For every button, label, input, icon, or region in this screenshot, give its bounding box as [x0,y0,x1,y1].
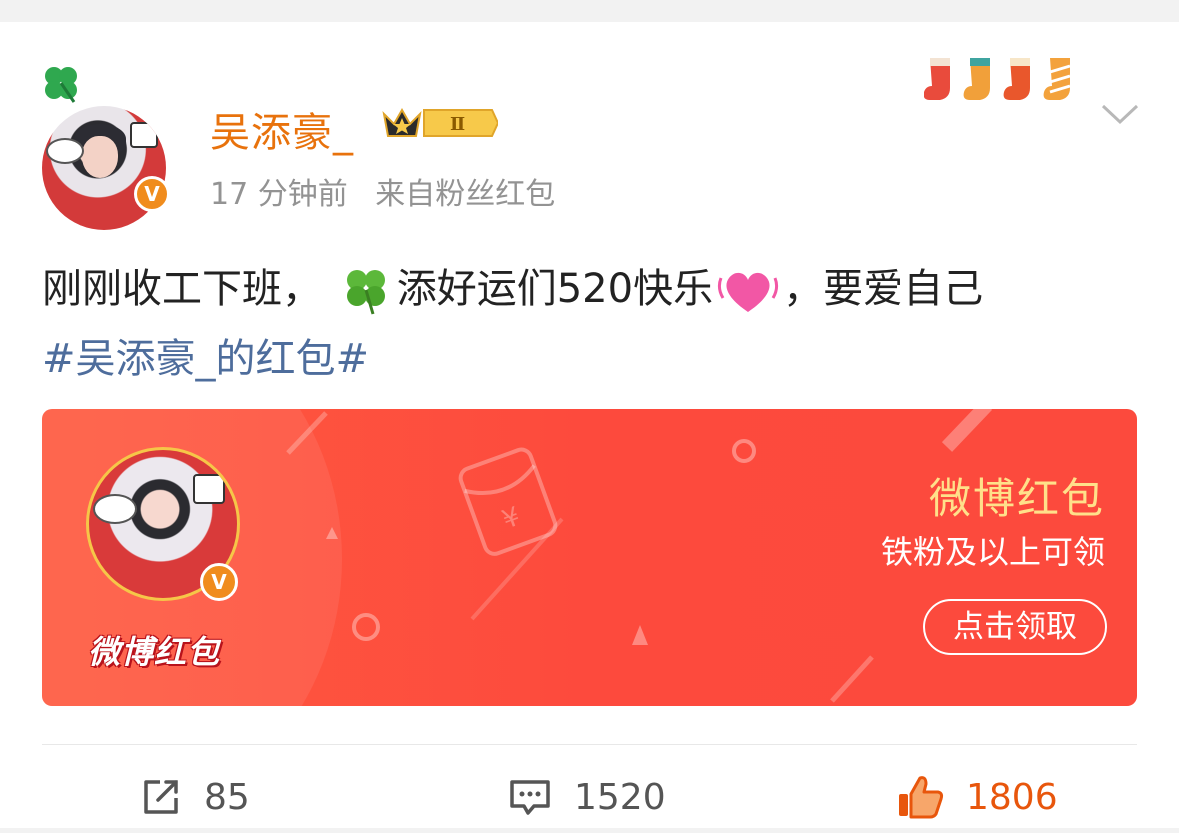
avatar-dog-sticker [93,494,137,524]
post-text-part2: 添好运们520快乐 [396,266,714,312]
pink-heart-emoji-icon [717,272,779,312]
comment-count: 1520 [574,776,666,818]
hashtag-link[interactable]: #吴添豪_的红包# [42,336,369,382]
divider [42,744,1137,745]
clover-icon [45,67,77,103]
avatar-dog-sticker [46,138,84,164]
red-packet-subtitle: 铁粉及以上可领 [880,533,1105,571]
chevron-down-icon[interactable] [1100,102,1140,126]
post-text-part1: 刚刚收工下班， [42,266,322,312]
fan-level-text: Ⅱ [450,114,465,135]
red-packet-title: 微博红包 [928,474,1105,523]
svg-text:¥: ¥ [498,502,524,536]
thumbs-up-icon [899,776,944,819]
four-leaf-clover-emoji-icon [346,270,385,315]
like-count: 1806 [966,776,1058,818]
comment-icon [510,780,550,815]
claim-red-packet-button[interactable]: 点击领取 [923,599,1107,655]
post-content: 刚刚收工下班， 添好运们520快乐 ，要爱自己 #吴添豪_的红包# [42,254,1152,394]
red-packet-logo: 微博红包 [88,633,221,671]
avatar-cat-sticker [130,122,158,148]
christmas-socks-decoration-icon [924,58,1071,100]
weibo-post-card: V 吴添豪_ Ⅱ 17 分钟前 来自粉丝红包 刚刚收工下班， 添好运们520快乐… [0,22,1179,828]
fan-level-crown-icon[interactable]: Ⅱ [380,102,498,144]
post-meta: 17 分钟前 来自粉丝红包 [210,169,573,213]
verified-v-icon: V [200,563,238,601]
avatar-face [82,136,118,178]
verified-v-icon: V [134,176,170,212]
share-button[interactable]: 85 [140,770,250,824]
red-packet-card[interactable]: ¥ V 微博红包 微博红包 铁粉及以上可领 点击领取 [42,409,1137,706]
like-button[interactable]: 1806 [896,770,1058,824]
post-text-part3: ，要爱自己 [783,266,984,312]
share-icon [144,780,178,814]
comment-button[interactable]: 1520 [508,770,666,824]
username[interactable]: 吴添豪_ [210,100,354,158]
post-time: 17 分钟前 [210,177,348,212]
user-avatar-container[interactable]: V [40,62,170,230]
post-source[interactable]: 来自粉丝红包 [375,177,555,212]
share-count: 85 [204,776,250,818]
avatar-cat-sticker [193,474,225,504]
